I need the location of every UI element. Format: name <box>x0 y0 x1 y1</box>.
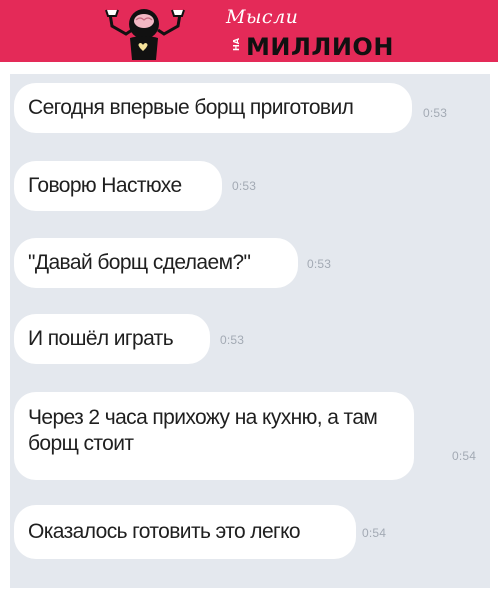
message-text: Говорю Настюхе <box>28 174 182 197</box>
chat-panel: Сегодня впервые борщ приготовил 0:53 Гов… <box>10 74 490 588</box>
message-time: 0:54 <box>452 449 477 463</box>
message-bubble[interactable]: Говорю Настюхе <box>14 161 222 211</box>
message-text: Оказалось готовить это легко <box>28 520 301 543</box>
message-bubble[interactable]: "Давай борщ сделаем?" <box>14 238 298 288</box>
message-time: 0:53 <box>307 257 332 271</box>
message-time: 0:54 <box>362 526 387 540</box>
thinker-logo-icon <box>105 9 185 60</box>
logo-script-text: Мысли <box>226 6 299 28</box>
message-time: 0:53 <box>220 333 245 347</box>
message-bubble[interactable]: И пошёл играть <box>14 314 210 364</box>
logo-prefix-text: НА <box>232 38 241 52</box>
message-text: И пошёл играть <box>28 327 174 350</box>
message-bubble[interactable]: Через 2 часа прихожу на кухню, а там бор… <box>14 392 414 480</box>
message-bubble[interactable]: Оказалось готовить это легко <box>14 505 356 559</box>
logo-main-text: МИЛЛИОН <box>246 33 394 61</box>
message-time: 0:53 <box>232 179 257 193</box>
message-time: 0:53 <box>423 106 448 120</box>
message-text: Сегодня впервые борщ приготовил <box>28 96 354 119</box>
header-banner: Мысли НА МИЛЛИОН <box>0 0 498 62</box>
message-text: Через 2 часа прихожу на кухню, а там бор… <box>28 406 378 455</box>
message-bubble[interactable]: Сегодня впервые борщ приготовил <box>14 83 412 133</box>
message-text: "Давай борщ сделаем?" <box>28 251 251 274</box>
